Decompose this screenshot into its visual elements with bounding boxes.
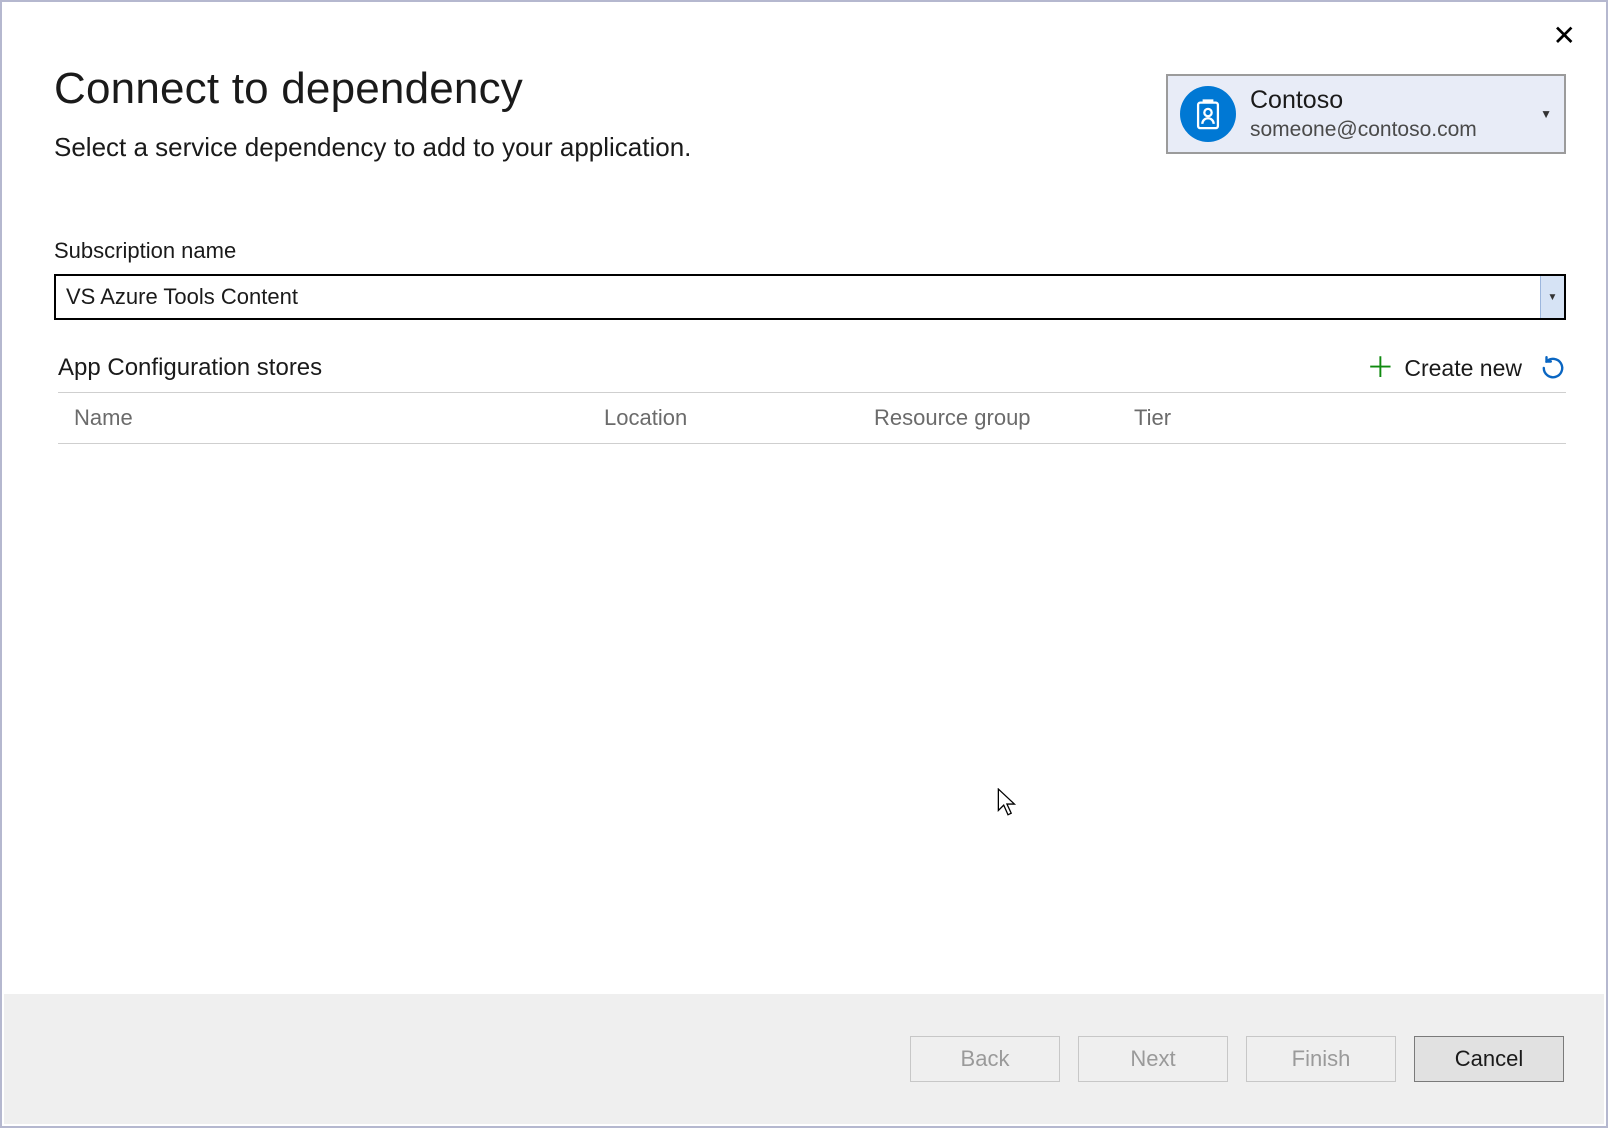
next-button: Next — [1078, 1036, 1228, 1082]
subscription-dropdown[interactable]: VS Azure Tools Content ▼ — [54, 274, 1566, 320]
refresh-icon[interactable] — [1540, 355, 1566, 381]
create-new-label: Create new — [1404, 355, 1522, 382]
wizard-footer: Back Next Finish Cancel — [4, 994, 1604, 1124]
stores-section-label: App Configuration stores — [58, 354, 322, 382]
plus-icon: ＋ — [1366, 354, 1394, 382]
close-icon[interactable]: ✕ — [1553, 22, 1576, 50]
account-email: someone@contoso.com — [1250, 117, 1534, 143]
cancel-button[interactable]: Cancel — [1414, 1036, 1564, 1082]
dialog-header: Connect to dependency Select a service d… — [54, 64, 691, 163]
column-name: Name — [74, 405, 604, 431]
subscription-label: Subscription name — [54, 238, 1566, 264]
column-tier: Tier — [1134, 405, 1550, 431]
chevron-down-icon: ▼ — [1534, 107, 1552, 121]
account-text: Contoso someone@contoso.com — [1250, 85, 1534, 143]
account-name: Contoso — [1250, 85, 1534, 116]
account-badge-icon — [1180, 86, 1236, 142]
finish-button: Finish — [1246, 1036, 1396, 1082]
subscription-value: VS Azure Tools Content — [56, 276, 1540, 318]
chevron-down-icon[interactable]: ▼ — [1540, 276, 1564, 318]
dialog-title: Connect to dependency — [54, 64, 691, 114]
back-button: Back — [910, 1036, 1060, 1082]
dialog-subtitle: Select a service dependency to add to yo… — [54, 132, 691, 163]
account-selector[interactable]: Contoso someone@contoso.com ▼ — [1166, 74, 1566, 154]
stores-table-header: Name Location Resource group Tier — [58, 393, 1566, 444]
mouse-cursor-icon — [996, 788, 1020, 823]
column-location: Location — [604, 405, 874, 431]
column-resource-group: Resource group — [874, 405, 1134, 431]
create-new-button[interactable]: ＋ Create new — [1366, 354, 1522, 382]
